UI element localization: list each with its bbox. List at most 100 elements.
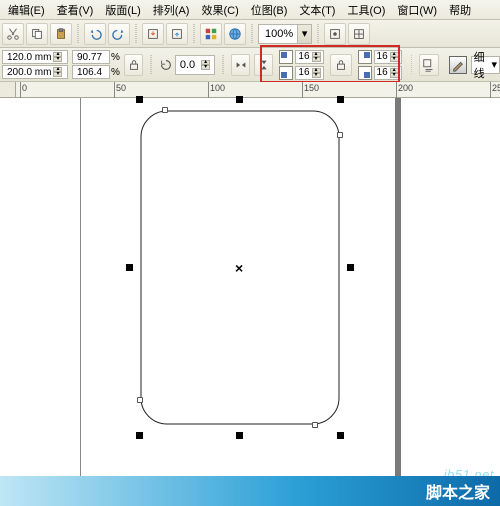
app-icon	[204, 27, 218, 41]
scale-y-value: 106.4	[77, 67, 102, 78]
rotation-value: 0.0	[180, 59, 195, 71]
corner-tr-value: 16	[377, 51, 388, 62]
rotation-input[interactable]: 0.0▴▾	[175, 55, 215, 75]
corner-bl-value: 16	[298, 67, 309, 78]
outline-width-value: 细线	[474, 49, 488, 81]
web-button[interactable]	[224, 23, 246, 45]
wrap-text-button[interactable]	[419, 54, 438, 76]
copy-button[interactable]	[26, 23, 48, 45]
chevron-down-icon[interactable]: ▾	[297, 25, 311, 43]
paste-button[interactable]	[50, 23, 72, 45]
app-launcher-button[interactable]	[200, 23, 222, 45]
selected-rounded-rectangle[interactable]: ×	[140, 110, 340, 425]
corner-node-tr[interactable]	[337, 132, 343, 138]
menu-bitmap[interactable]: 位图(B)	[245, 0, 294, 20]
menu-layout[interactable]: 版面(L)	[99, 0, 146, 20]
corner-tl-value: 16	[298, 51, 309, 62]
undo-icon	[88, 27, 102, 41]
center-marker[interactable]: ×	[235, 260, 243, 276]
scale-fields: 90.77 % 106.4 %	[72, 50, 120, 79]
import-icon	[146, 27, 160, 41]
page-left-edge	[80, 98, 81, 506]
mirror-h-button[interactable]	[231, 54, 250, 76]
handle-bc[interactable]	[236, 432, 243, 439]
import-button[interactable]	[142, 23, 164, 45]
corner-node-bl[interactable]	[137, 397, 143, 403]
snap-button[interactable]	[324, 23, 346, 45]
handle-mr[interactable]	[347, 264, 354, 271]
snap-icon	[328, 27, 342, 41]
mirror-v-button[interactable]	[254, 54, 273, 76]
menu-text[interactable]: 文本(T)	[293, 0, 341, 20]
ruler-label: 150	[304, 83, 319, 93]
footer-text: 脚本之家	[426, 479, 490, 503]
width-value: 120.0 mm	[7, 52, 51, 63]
scale-x-input[interactable]: 90.77	[72, 50, 110, 64]
corner-br-value: 16	[377, 67, 388, 78]
globe-icon	[228, 27, 242, 41]
handle-tc[interactable]	[236, 96, 243, 103]
menu-arrange[interactable]: 排列(A)	[147, 0, 196, 20]
menu-edit[interactable]: 编辑(E)	[2, 0, 51, 20]
ruler-label: 0	[22, 83, 27, 93]
menu-tools[interactable]: 工具(O)	[341, 0, 391, 20]
zoom-value: 100%	[259, 28, 297, 40]
menu-effects[interactable]: 效果(C)	[195, 0, 244, 20]
height-value: 200.0 mm	[7, 67, 51, 78]
separator	[251, 24, 253, 44]
export-button[interactable]	[166, 23, 188, 45]
scale-y-input[interactable]: 106.4	[72, 65, 110, 79]
redo-icon	[112, 27, 126, 41]
rotation-group: 0.0▴▾	[159, 55, 215, 75]
paste-icon	[54, 27, 68, 41]
size-fields: 120.0 mm▴▾ 200.0 mm▴▾	[2, 50, 68, 79]
separator	[193, 24, 195, 44]
corner-tr-input[interactable]: 16▴▾	[374, 50, 402, 64]
cut-icon	[6, 27, 20, 41]
mirror-h-icon	[234, 58, 248, 72]
corner-lock-button[interactable]	[330, 54, 352, 76]
pct-label: %	[111, 52, 120, 63]
export-icon	[170, 27, 184, 41]
horizontal-ruler[interactable]: 0 50 100 150 200 250	[16, 82, 500, 98]
corner-node-br[interactable]	[312, 422, 318, 428]
standard-toolbar: 100% ▾	[0, 20, 500, 48]
menu-help[interactable]: 帮助	[443, 0, 477, 20]
separator	[135, 24, 137, 44]
height-input[interactable]: 200.0 mm▴▾	[2, 65, 68, 79]
ruler-origin[interactable]	[0, 82, 16, 98]
lock-ratio-button[interactable]	[124, 54, 143, 76]
outline-pen-button[interactable]	[449, 56, 467, 74]
outline-width-combo[interactable]: 细线▾	[471, 56, 500, 74]
handle-tr[interactable]	[337, 96, 344, 103]
zoom-combo[interactable]: 100% ▾	[258, 24, 312, 44]
menu-view[interactable]: 查看(V)	[51, 0, 100, 20]
scale-x-value: 90.77	[77, 52, 102, 63]
pct-label: %	[111, 67, 120, 78]
canvas[interactable]: × jb51.net	[0, 98, 500, 506]
outline-group: 细线▾	[449, 56, 500, 74]
grid-button[interactable]	[348, 23, 370, 45]
separator	[222, 55, 224, 75]
menu-window[interactable]: 窗口(W)	[391, 0, 443, 20]
width-input[interactable]: 120.0 mm▴▾	[2, 50, 68, 64]
cut-button[interactable]	[2, 23, 24, 45]
wrap-icon	[422, 58, 436, 72]
undo-button[interactable]	[84, 23, 106, 45]
grid-icon	[352, 27, 366, 41]
corner-tl-input[interactable]: 16▴▾	[295, 50, 323, 64]
corner-node-tl[interactable]	[162, 107, 168, 113]
handle-tl[interactable]	[136, 96, 143, 103]
handle-ml[interactable]	[126, 264, 133, 271]
corner-bl-input[interactable]: 16▴▾	[295, 66, 323, 80]
corner-br-icon	[358, 66, 372, 80]
handle-bl[interactable]	[136, 432, 143, 439]
corner-br-input[interactable]: 16▴▾	[374, 66, 402, 80]
redo-button[interactable]	[108, 23, 130, 45]
handle-br[interactable]	[337, 432, 344, 439]
separator	[77, 24, 79, 44]
corner-tr-icon	[358, 50, 372, 64]
ruler-label: 50	[116, 83, 126, 93]
rotate-icon	[159, 58, 173, 72]
footer-banner: 脚本之家	[0, 476, 500, 506]
